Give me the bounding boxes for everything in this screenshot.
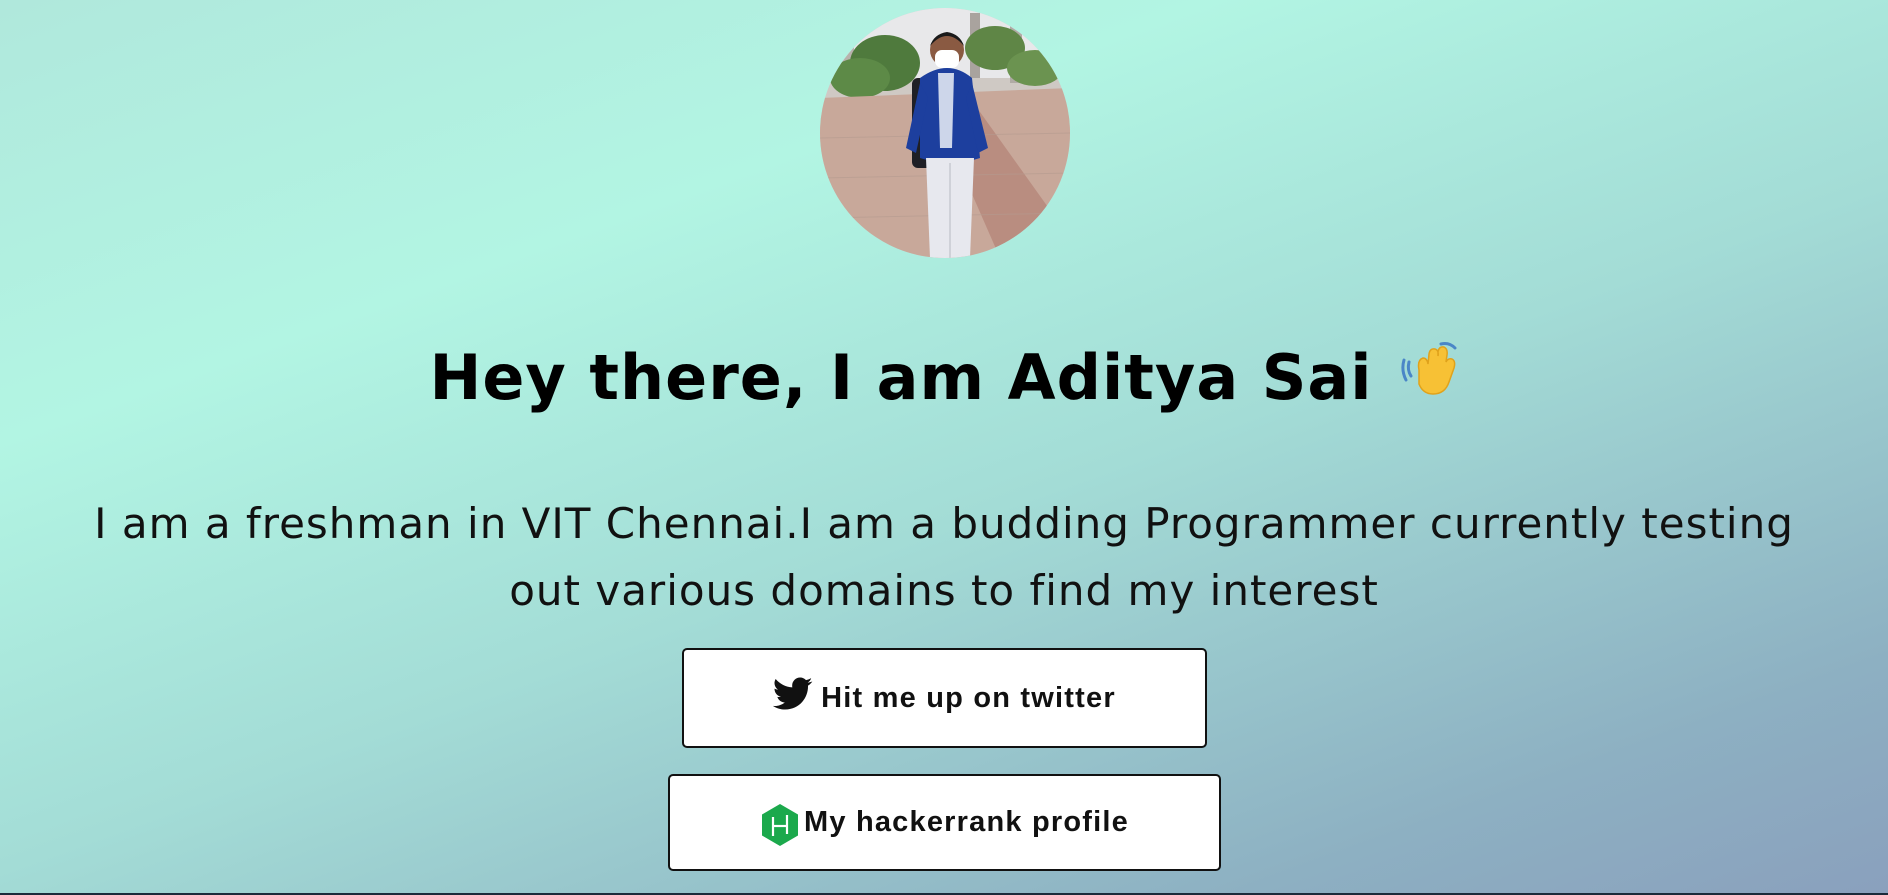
hackerrank-button[interactable]: My hackerrank profile bbox=[668, 774, 1221, 871]
hackerrank-icon bbox=[760, 803, 800, 847]
page-title: Hey there, I am Aditya Sai bbox=[0, 340, 1888, 420]
hackerrank-button-label: My hackerrank profile bbox=[804, 806, 1129, 838]
waving-hand-icon bbox=[1400, 339, 1459, 415]
heading-text: Hey there, I am Aditya Sai bbox=[429, 340, 1373, 414]
twitter-bird-icon bbox=[773, 677, 813, 711]
profile-avatar bbox=[820, 8, 1070, 258]
bio-text: I am a freshman in VIT Chennai.I am a bu… bbox=[94, 499, 1794, 615]
twitter-button-label: Hit me up on twitter bbox=[821, 681, 1116, 714]
profile-photo bbox=[820, 8, 1070, 258]
twitter-button[interactable]: Hit me up on twitter bbox=[682, 648, 1207, 748]
